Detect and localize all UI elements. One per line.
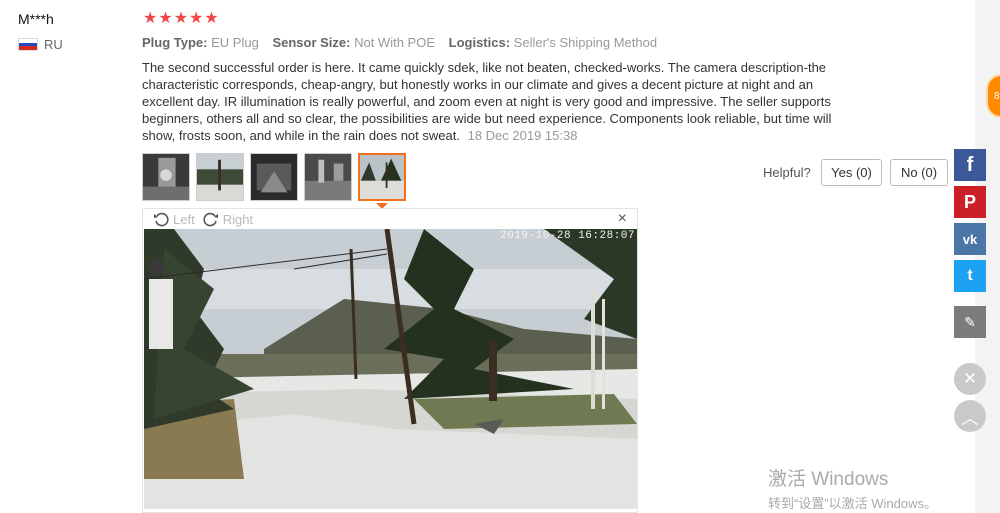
close-icon: ✕	[962, 369, 978, 388]
reviewer-name: M***h	[18, 11, 54, 27]
edit-button[interactable]: ✎	[954, 306, 986, 338]
star-icon: ★	[143, 10, 158, 27]
rotate-left-button[interactable]: Left	[153, 211, 195, 227]
vk-icon: vk	[962, 231, 978, 247]
vk-share-button[interactable]: vk	[954, 223, 986, 255]
helpful-label: Helpful?	[763, 165, 811, 180]
notification-badge[interactable]: 8	[986, 74, 1000, 118]
attr-key: Plug Type:	[142, 35, 208, 50]
attr-value: EU Plug	[211, 35, 259, 50]
facebook-share-button[interactable]: f	[954, 149, 986, 181]
windows-activation-watermark: 激活 Windows 转到“设置”以激活 Windows。	[768, 464, 937, 512]
rotate-left-label: Left	[173, 211, 195, 227]
review-body: The second successful order is here. It …	[142, 59, 858, 144]
watermark-title: 激活 Windows	[768, 469, 889, 490]
watermark-subtitle: 转到“设置”以激活 Windows。	[768, 496, 938, 511]
review-date: 18 Dec 2019 15:38	[467, 128, 578, 143]
attr-key: Sensor Size:	[272, 35, 351, 50]
star-icon: ★	[158, 10, 173, 27]
helpful-yes-button[interactable]: Yes (0)	[821, 159, 882, 186]
star-icon: ★	[204, 10, 219, 27]
twitter-icon: t	[967, 267, 973, 284]
review-photo-thumbnail[interactable]	[304, 153, 352, 201]
review-photo-thumbnail[interactable]	[142, 153, 190, 201]
back-to-top-button[interactable]: ︿	[954, 400, 986, 432]
review-photo-thumbnail-selected[interactable]	[358, 153, 406, 201]
pencil-icon: ✎	[964, 313, 976, 330]
facebook-icon: f	[966, 153, 974, 176]
close-circle-button[interactable]: ✕	[954, 363, 986, 395]
product-attributes: Plug Type: EU Plug Sensor Size: Not With…	[142, 35, 657, 50]
photo-viewer: Left Right × 2019-10-28 16:28:07	[142, 208, 638, 513]
rating-stars: ★ ★ ★ ★ ★	[143, 9, 219, 29]
rotate-left-icon	[154, 212, 169, 227]
helpful-no-button[interactable]: No (0)	[890, 159, 948, 186]
reviewer-country: RU	[18, 37, 63, 52]
review-photo-thumbnail[interactable]	[196, 153, 244, 201]
viewer-close-icon[interactable]: ×	[618, 210, 627, 228]
review-thumbnails	[142, 153, 406, 201]
attr-key: Logistics:	[448, 35, 511, 50]
viewer-toolbar: Left Right	[153, 211, 253, 227]
attr-value: Not With POE	[354, 35, 436, 50]
pinterest-icon: P	[963, 191, 976, 212]
pinterest-share-button[interactable]: P	[954, 186, 986, 218]
rotate-right-label: Right	[222, 211, 254, 227]
twitter-share-button[interactable]: t	[954, 260, 986, 292]
star-icon: ★	[189, 10, 204, 27]
review-photo-thumbnail[interactable]	[250, 153, 298, 201]
attr-value: Seller's Shipping Method	[513, 35, 658, 50]
camera-timestamp: 2019-10-28 16:28:07	[500, 230, 635, 242]
rotate-right-button[interactable]: Right	[203, 211, 253, 227]
chevron-up-icon: ︿	[961, 408, 979, 428]
country-code: RU	[44, 37, 63, 52]
rotate-right-icon	[203, 212, 218, 227]
review-photo-large: 2019-10-28 16:28:07	[144, 229, 637, 509]
star-icon: ★	[173, 10, 189, 27]
russia-flag-icon	[18, 38, 38, 51]
